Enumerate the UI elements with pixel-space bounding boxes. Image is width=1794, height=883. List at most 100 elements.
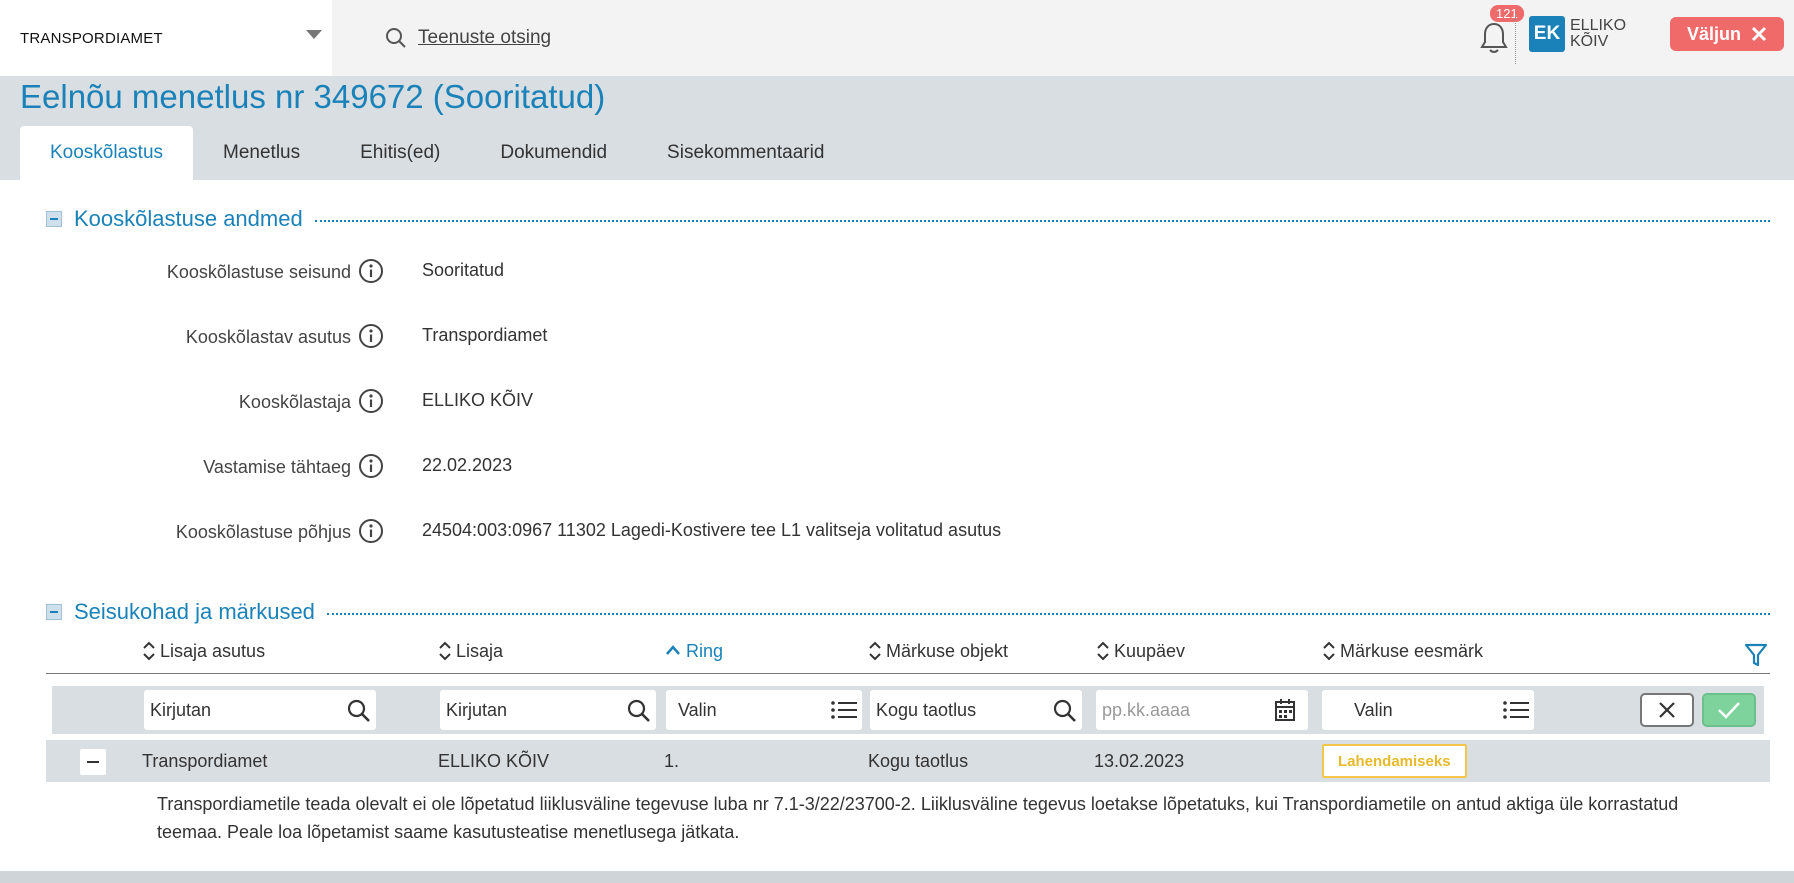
clear-filters-button[interactable] (1640, 693, 1694, 727)
column-label: Lisaja asutus (160, 640, 266, 661)
field-row: Kooskõlastuse põhjus 24504:003:0967 1130… (0, 518, 1794, 554)
cell-kuupaev: 13.02.2023 (1094, 751, 1185, 771)
filter-icon[interactable] (1744, 642, 1768, 668)
logout-button[interactable]: Väljun (1670, 17, 1784, 51)
filter-placeholder: Valin (1354, 699, 1393, 720)
column-lisaja-asutus[interactable]: Lisaja asutus (142, 640, 265, 662)
cell-lisaja: ELLIKO KÕIV (438, 751, 550, 771)
section-kooskolastuse-andmed: Kooskõlastuse andmed (46, 206, 1770, 232)
organization-select-value: TRANSPORDIAMET (20, 29, 163, 47)
section-seisukohad-ja-markused: Seisukohad ja märkused (46, 599, 1770, 625)
field-label: Kooskõlastuse seisund (166, 261, 351, 282)
section-title: Seisukohad ja märkused (74, 599, 315, 624)
field-value: Sooritatud (422, 260, 505, 280)
tab-dokumendid[interactable]: Dokumendid (470, 126, 637, 180)
section-divider (314, 220, 1770, 222)
bell-icon[interactable] (1478, 20, 1510, 56)
column-label: Märkuse objekt (886, 640, 1009, 661)
filter-markuse-eesmark-select[interactable]: Valin (1322, 690, 1534, 730)
organization-select[interactable]: TRANSPORDIAMET (0, 0, 332, 76)
filter-placeholder: pp.kk.aaaa (1102, 699, 1191, 720)
sort-icon (1323, 641, 1335, 661)
column-markuse-objekt[interactable]: Märkuse objekt (868, 640, 1008, 662)
table-header: Lisaja asutus Lisaja Ring Märkuse objekt… (46, 636, 1770, 674)
filter-placeholder: Kirjutan (150, 699, 212, 720)
service-search-label[interactable]: Teenuste otsing (418, 27, 551, 49)
tab-bar: Kooskõlastus Menetlus Ehitis(ed) Dokumen… (20, 126, 854, 180)
column-ring[interactable]: Ring (664, 640, 723, 662)
service-search[interactable]: Teenuste otsing (384, 20, 551, 56)
list-icon (1503, 701, 1529, 719)
column-kuupaev[interactable]: Kuupäev (1096, 640, 1185, 662)
user-last-name: KÕIV (1570, 33, 1609, 50)
table-row[interactable]: Transpordiamet ELLIKO KÕIV 1. Kogu taotl… (46, 740, 1770, 782)
filter-lisaja-input[interactable]: Kirjutan (440, 690, 656, 730)
section-title: Kooskõlastuse andmed (74, 206, 303, 231)
sort-icon (1097, 641, 1109, 661)
tab-sisekommentaarid[interactable]: Sisekommentaarid (637, 126, 854, 180)
info-icon[interactable] (358, 258, 384, 284)
notifications-badge: 121 (1490, 5, 1524, 22)
filter-kuupaev-input[interactable]: pp.kk.aaaa (1096, 690, 1308, 730)
tab-menetlus[interactable]: Menetlus (193, 126, 330, 180)
close-icon (1751, 26, 1767, 42)
info-icon[interactable] (358, 518, 384, 544)
top-bar: TRANSPORDIAMET Teenuste otsing 121 EK EL… (0, 0, 1794, 76)
avatar[interactable]: EK (1529, 16, 1565, 52)
page-title: Eelnõu menetlus nr 349672 (Sooritatud) (20, 78, 606, 115)
search-icon (1053, 699, 1076, 722)
list-icon (831, 701, 857, 719)
sort-ascending-icon (666, 645, 680, 655)
close-icon (1659, 702, 1675, 718)
search-icon (627, 699, 650, 722)
collapse-icon[interactable] (46, 604, 62, 620)
field-value: 24504:003:0967 11302 Lagedi-Kostivere te… (422, 520, 1002, 540)
column-lisaja[interactable]: Lisaja (438, 640, 503, 662)
calendar-icon (1275, 699, 1295, 721)
field-value: 22.02.2023 (422, 455, 513, 475)
apply-filters-button[interactable] (1702, 693, 1756, 727)
column-label: Kuupäev (1114, 640, 1186, 661)
user-name[interactable]: ELLIKO KÕIV (1570, 18, 1626, 50)
divider (1515, 14, 1516, 64)
chevron-down-icon (306, 30, 322, 39)
info-icon[interactable] (358, 388, 384, 414)
row-collapse-button[interactable] (80, 749, 106, 775)
field-label: Kooskõlastaja (238, 391, 351, 412)
remark-text: Transpordiametile teada olevalt ei ole l… (157, 794, 1679, 842)
tab-kooskolastus[interactable]: Kooskõlastus (20, 126, 194, 180)
filter-placeholder: Valin (678, 699, 717, 720)
tab-ehitised[interactable]: Ehitis(ed) (330, 126, 470, 180)
checkmark-icon (1718, 702, 1740, 719)
column-label: Ring (686, 640, 724, 661)
field-row: Kooskõlastav asutus Transpordiamet (0, 323, 1794, 359)
field-value: ELLIKO KÕIV (422, 390, 534, 410)
info-icon[interactable] (358, 323, 384, 349)
cell-markuse-objekt: Kogu taotlus (868, 751, 969, 771)
search-icon (386, 28, 406, 48)
field-row: Kooskõlastaja ELLIKO KÕIV (0, 388, 1794, 424)
column-markuse-eesmark[interactable]: Märkuse eesmärk (1322, 640, 1483, 662)
filter-markuse-objekt-input[interactable]: Kogu taotlus (870, 690, 1082, 730)
column-label: Lisaja (456, 640, 504, 661)
sort-icon (869, 641, 881, 661)
field-row: Kooskõlastuse seisund Sooritatud (0, 258, 1794, 294)
cell-ring: 1. (664, 751, 680, 771)
field-label: Vastamise tähtaeg (203, 456, 351, 477)
filter-lisaja-asutus-input[interactable]: Kirjutan (144, 690, 376, 730)
sort-icon (143, 641, 155, 661)
filter-placeholder: Kogu taotlus (876, 699, 977, 720)
status-badge: Lahendamiseks (1322, 744, 1467, 778)
horizontal-scrollbar[interactable] (0, 871, 1794, 883)
field-value: Transpordiamet (422, 325, 548, 345)
filter-ring-select[interactable]: Valin (666, 690, 862, 730)
field-row: Vastamise tähtaeg 22.02.2023 (0, 453, 1794, 489)
cell-lisaja-asutus: Transpordiamet (142, 751, 268, 771)
logout-label: Väljun (1686, 23, 1741, 44)
collapse-icon[interactable] (46, 211, 62, 227)
sort-icon (439, 641, 451, 661)
info-icon[interactable] (358, 453, 384, 479)
field-label: Kooskõlastav asutus (185, 326, 351, 347)
search-icon (347, 699, 370, 722)
user-first-name: ELLIKO (1570, 17, 1627, 34)
